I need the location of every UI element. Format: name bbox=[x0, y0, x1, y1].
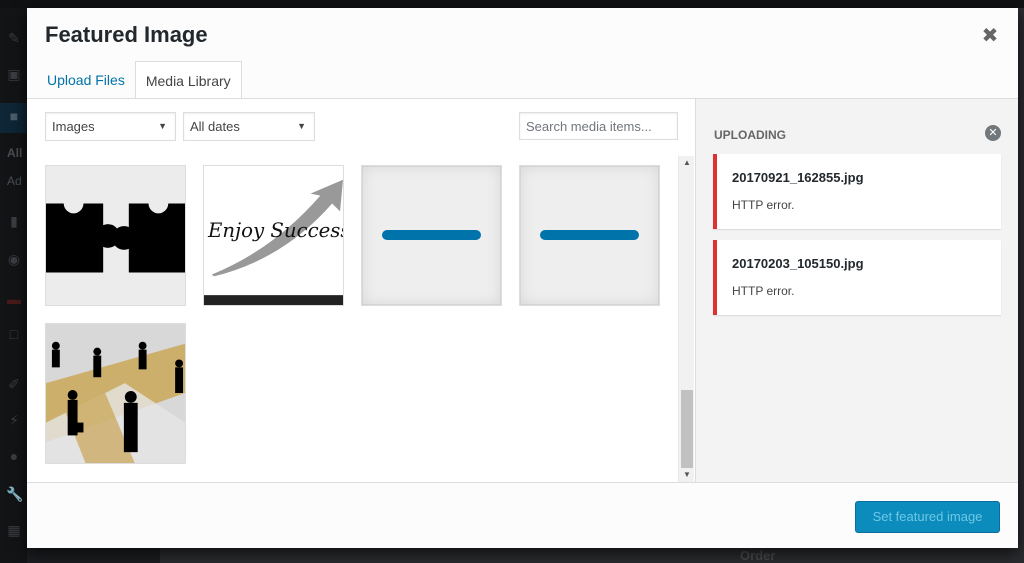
search-media-input[interactable] bbox=[519, 112, 678, 140]
upload-error-filename: 20170203_105150.jpg bbox=[732, 256, 864, 271]
settings-icon: ▦ bbox=[7, 522, 21, 538]
users-icon: ● bbox=[9, 448, 19, 464]
upload-progress-bar bbox=[540, 230, 639, 240]
admin-order-label: Order bbox=[740, 548, 776, 563]
enjoy-success-text: Enjoy Success bbox=[207, 219, 343, 242]
dismiss-errors-icon[interactable]: ✕ bbox=[985, 125, 1001, 141]
admin-right-strip bbox=[1018, 8, 1024, 548]
admin-sidebar-label: All bbox=[7, 146, 23, 160]
uploading-title: Uploading bbox=[714, 128, 786, 142]
puzzle-image bbox=[46, 166, 185, 305]
business-money-image bbox=[46, 324, 185, 463]
upload-error-item: 20170203_105150.jpg HTTP error. bbox=[713, 240, 1001, 315]
plugin-badge-icon: ▬ bbox=[7, 291, 21, 307]
date-filter[interactable]: All dates ▼ bbox=[183, 112, 315, 141]
enjoy-success-image: Enjoy Success bbox=[204, 166, 343, 305]
chevron-down-icon: ▼ bbox=[297, 121, 306, 131]
media-browser: Images ▼ All dates ▼ Enjoy Su bbox=[27, 99, 695, 482]
uploading-attachment bbox=[361, 165, 502, 306]
tools-icon: 🔧 bbox=[6, 486, 24, 502]
upload-error-message: HTTP error. bbox=[732, 198, 795, 212]
form-icon: □ bbox=[9, 326, 19, 342]
scroll-down-arrow-icon[interactable]: ▼ bbox=[679, 468, 695, 482]
date-filter-value: All dates bbox=[190, 119, 240, 134]
scroll-up-arrow-icon[interactable]: ▲ bbox=[679, 156, 695, 170]
appearance-icon: ✐ bbox=[8, 376, 20, 392]
modal-title: Featured Image bbox=[45, 22, 208, 47]
plugins-icon: ⚡ bbox=[9, 412, 19, 428]
attachments-scrollbar[interactable]: ▲ ▼ bbox=[678, 156, 694, 482]
uploading-attachment bbox=[519, 165, 660, 306]
scrollbar-thumb[interactable] bbox=[681, 390, 693, 468]
set-featured-image-button[interactable]: Set featured image bbox=[855, 501, 1000, 533]
modal-toolbar: Set featured image bbox=[27, 482, 1018, 548]
close-icon[interactable]: ✖ bbox=[980, 26, 1000, 46]
tab-upload-files[interactable]: Upload Files bbox=[37, 61, 135, 99]
comments-icon: ▮ bbox=[10, 213, 18, 229]
modal-tabs: Upload Files Media Library bbox=[37, 61, 242, 99]
media-icon: ▣ bbox=[7, 66, 21, 82]
globe-icon: ◉ bbox=[7, 251, 21, 267]
admin-top-bar bbox=[0, 0, 1024, 8]
admin-sidebar: ✎ ▣ ■ All Ad ▮ ◉ ▬ □ ✐ ⚡ ● 🔧 ▦ bbox=[0, 8, 27, 563]
attachment-thumbnail[interactable] bbox=[45, 323, 186, 464]
media-type-filter[interactable]: Images ▼ bbox=[45, 112, 176, 141]
upload-progress-bar bbox=[382, 230, 481, 240]
pages-icon: ■ bbox=[9, 108, 19, 124]
admin-sidebar-label: Ad bbox=[7, 174, 22, 188]
pin-icon: ✎ bbox=[8, 30, 20, 46]
featured-image-modal: Featured Image ✖ Upload Files Media Libr… bbox=[27, 8, 1018, 548]
media-type-filter-value: Images bbox=[52, 119, 95, 134]
attachment-thumbnail[interactable]: Enjoy Success bbox=[203, 165, 344, 306]
chevron-down-icon: ▼ bbox=[158, 121, 167, 131]
admin-content-area bbox=[160, 548, 1024, 563]
uploading-sidebar: Uploading ✕ 20170921_162855.jpg HTTP err… bbox=[695, 99, 1018, 482]
tab-media-library[interactable]: Media Library bbox=[134, 61, 242, 99]
upload-error-item: 20170921_162855.jpg HTTP error. bbox=[713, 154, 1001, 229]
upload-error-message: HTTP error. bbox=[732, 284, 795, 298]
attachment-thumbnail[interactable] bbox=[45, 165, 186, 306]
upload-error-filename: 20170921_162855.jpg bbox=[732, 170, 864, 185]
